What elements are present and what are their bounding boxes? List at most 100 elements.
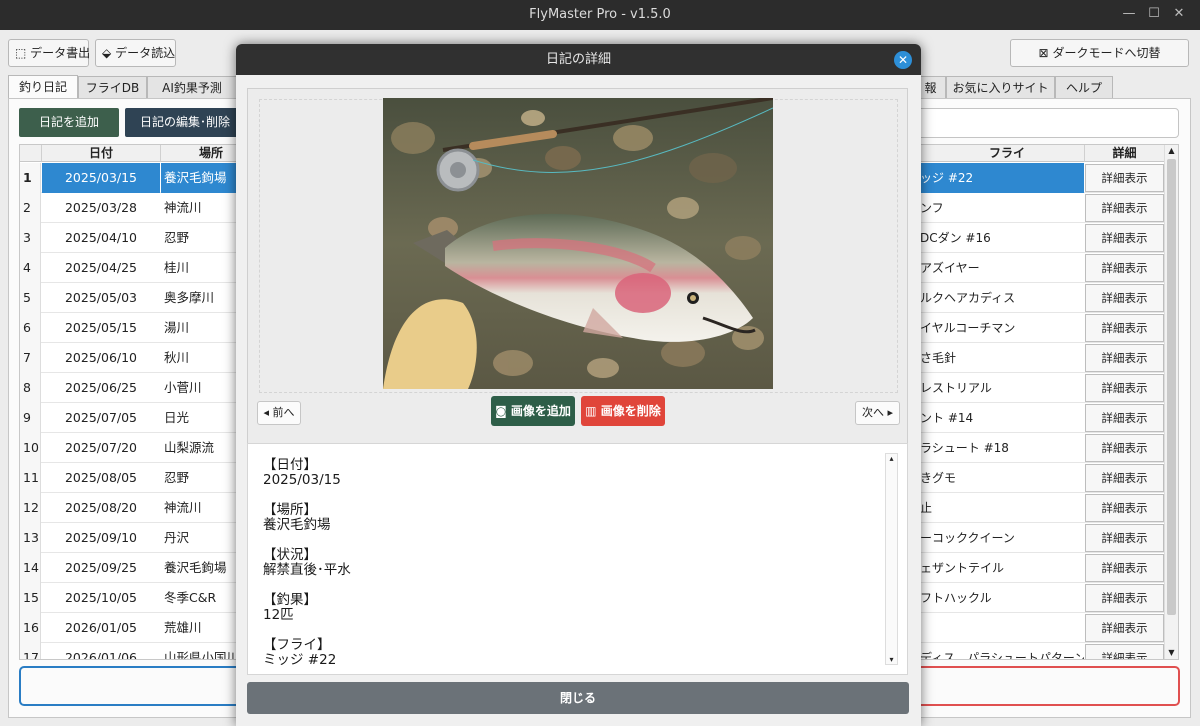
cell-date[interactable]: 2025/03/15 (42, 163, 160, 193)
cell-fly[interactable]: ディス、パラシュートパターンが (920, 643, 1084, 659)
cell-date[interactable]: 2025/04/10 (42, 223, 160, 253)
cell-date[interactable]: 2025/06/25 (42, 373, 160, 403)
prev-image-button[interactable]: ◂ 前へ (257, 401, 301, 425)
detail-button[interactable]: 詳細表示 (1085, 614, 1164, 642)
cell-date[interactable]: 2025/04/25 (42, 253, 160, 283)
tab-diary[interactable]: 釣り日記 (8, 75, 78, 99)
cell-fly[interactable]: ッジ #22 (920, 163, 1084, 193)
detail-button[interactable]: 詳細表示 (1085, 374, 1164, 402)
detail-button[interactable]: 詳細表示 (1085, 194, 1164, 222)
status-box-right (900, 666, 1180, 706)
cell-date[interactable]: 2025/10/05 (42, 583, 160, 613)
dialog-title: 日記の詳細 (236, 44, 921, 75)
row-number: 2 (20, 193, 41, 223)
detail-button[interactable]: 詳細表示 (1085, 554, 1164, 582)
cell-fly[interactable] (920, 613, 1084, 643)
table-scrollbar[interactable]: ▲ ▼ (1164, 145, 1178, 659)
detail-button[interactable]: 詳細表示 (1085, 224, 1164, 252)
cell-date[interactable]: 2025/05/15 (42, 313, 160, 343)
cell-date[interactable]: 2026/01/05 (42, 613, 160, 643)
header-row-number (20, 145, 42, 162)
scroll-down-icon[interactable]: ▾ (886, 655, 897, 664)
detail-button[interactable]: 詳細表示 (1085, 404, 1164, 432)
detail-label: 【状況】 (263, 547, 317, 563)
cell-date[interactable]: 2025/09/10 (42, 523, 160, 553)
cell-fly[interactable]: DCダン #16 (920, 223, 1084, 253)
detail-value: 12匹 (263, 607, 294, 623)
detail-button[interactable]: 詳細表示 (1085, 284, 1164, 312)
cell-fly[interactable]: ント #14 (920, 403, 1084, 433)
cell-fly[interactable]: アズイヤー (920, 253, 1084, 283)
cell-fly[interactable]: ーコッククイーン (920, 523, 1084, 553)
export-button[interactable]: ⬚ データ書出 (8, 39, 90, 67)
tab-favorite-sites[interactable]: お気に入りサイト (946, 76, 1055, 99)
minimize-icon[interactable]: — (1120, 6, 1138, 21)
detail-button[interactable]: 詳細表示 (1085, 644, 1164, 659)
cell-date[interactable]: 2025/08/20 (42, 493, 160, 523)
cell-fly[interactable]: 止 (920, 493, 1084, 523)
header-date[interactable]: 日付 (42, 145, 161, 162)
table-scroll-thumb[interactable] (1167, 159, 1176, 615)
cell-fly[interactable]: フトハックル (920, 583, 1084, 613)
cell-fly[interactable]: レストリアル (920, 373, 1084, 403)
cell-fly[interactable]: さ毛針 (920, 343, 1084, 373)
trash-icon: ▥ (585, 404, 597, 418)
row-number: 7 (20, 343, 41, 373)
search-input[interactable] (916, 108, 1179, 138)
cell-date[interactable]: 2026/01/06 (42, 643, 160, 659)
close-dialog-button[interactable]: 閉じる (247, 682, 909, 714)
diary-detail-dialog: 日記の詳細 ✕ ◂ 前へ 次へ ▸ ◙ 画像を追加 ▥ 画像を削除 【日付】 2… (236, 44, 921, 726)
tab-help[interactable]: ヘルプ (1055, 76, 1113, 99)
scroll-down-icon[interactable]: ▼ (1165, 648, 1178, 657)
header-detail[interactable]: 詳細 (1085, 145, 1165, 162)
cell-date[interactable]: 2025/05/03 (42, 283, 160, 313)
edit-diary-button[interactable]: 日記の編集･削除 (125, 108, 245, 137)
row-number: 4 (20, 253, 41, 283)
add-image-button[interactable]: ◙ 画像を追加 (491, 396, 575, 426)
cell-fly[interactable]: ェザントテイル (920, 553, 1084, 583)
scroll-up-icon[interactable]: ▴ (886, 454, 897, 464)
window-title: FlyMaster Pro - v1.5.0 (529, 7, 671, 22)
row-number: 13 (20, 523, 41, 553)
detail-value: 養沢毛釣場 (263, 517, 331, 533)
add-diary-button[interactable]: 日記を追加 (19, 108, 119, 137)
detail-button[interactable]: 詳細表示 (1085, 584, 1164, 612)
detail-button[interactable]: 詳細表示 (1085, 314, 1164, 342)
cell-fly[interactable]: きグモ (920, 463, 1084, 493)
detail-value: 解禁直後･平水 (263, 562, 351, 578)
detail-button[interactable]: 詳細表示 (1085, 464, 1164, 492)
detail-button[interactable]: 詳細表示 (1085, 494, 1164, 522)
cell-fly[interactable]: ラシュート #18 (920, 433, 1084, 463)
detail-button[interactable]: 詳細表示 (1085, 164, 1164, 192)
cell-date[interactable]: 2025/08/05 (42, 463, 160, 493)
detail-button[interactable]: 詳細表示 (1085, 524, 1164, 552)
maximize-icon[interactable]: ☐ (1145, 6, 1163, 21)
detail-label: 【場所】 (263, 502, 317, 518)
cell-date[interactable]: 2025/03/28 (42, 193, 160, 223)
tab-fly-db[interactable]: フライDB (78, 76, 147, 99)
detail-scrollbar[interactable]: ▴ ▾ (885, 453, 898, 665)
cell-date[interactable]: 2025/07/20 (42, 433, 160, 463)
detail-button[interactable]: 詳細表示 (1085, 434, 1164, 462)
cell-date[interactable]: 2025/07/05 (42, 403, 160, 433)
camera-icon: ◙ (495, 404, 507, 418)
cell-fly[interactable]: ンフ (920, 193, 1084, 223)
tab-ai-forecast[interactable]: AI釣果予測 (147, 76, 237, 99)
cell-date[interactable]: 2025/06/10 (42, 343, 160, 373)
detail-button[interactable]: 詳細表示 (1085, 254, 1164, 282)
scroll-up-icon[interactable]: ▲ (1165, 145, 1178, 157)
row-number: 8 (20, 373, 41, 403)
dialog-close-icon[interactable]: ✕ (894, 51, 912, 69)
header-fly[interactable]: フライ (900, 145, 1085, 162)
window-close-icon[interactable]: ✕ (1170, 6, 1188, 21)
detail-button[interactable]: 詳細表示 (1085, 344, 1164, 372)
next-image-button[interactable]: 次へ ▸ (855, 401, 900, 425)
row-number: 14 (20, 553, 41, 583)
cell-fly[interactable]: ルクヘアカディス (920, 283, 1084, 313)
cell-date[interactable]: 2025/09/25 (42, 553, 160, 583)
import-button[interactable]: ⬙ データ読込 (95, 39, 176, 67)
delete-image-button[interactable]: ▥ 画像を削除 (581, 396, 665, 426)
detail-text-area[interactable]: 【日付】 2025/03/15 【場所】 養沢毛釣場 【状況】 解禁直後･平水 【釣果】 12… (247, 443, 908, 675)
cell-fly[interactable]: イヤルコーチマン (920, 313, 1084, 343)
dark-mode-button[interactable]: ⊠ ダークモードへ切替 (1010, 39, 1189, 67)
